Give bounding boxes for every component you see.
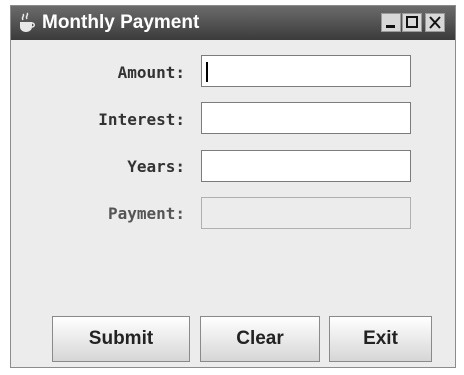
amount-label: Amount: [117, 63, 185, 82]
title-bar[interactable]: Monthly Payment [11, 6, 455, 40]
amount-input[interactable] [201, 55, 411, 87]
payment-output [201, 197, 411, 229]
text-caret [206, 62, 208, 82]
payment-label: Payment: [107, 204, 185, 223]
window-title: Monthly Payment [42, 12, 200, 33]
close-button[interactable] [425, 13, 445, 32]
monthly-payment-window: Monthly Payment Amount: Interest: Years:… [10, 5, 456, 368]
years-label: Years: [127, 157, 185, 176]
exit-button[interactable]: Exit [329, 316, 432, 362]
minimize-icon [386, 25, 395, 28]
minimize-button[interactable] [381, 13, 401, 32]
maximize-button[interactable] [402, 13, 422, 32]
maximize-icon [406, 16, 418, 28]
submit-button[interactable]: Submit [52, 316, 190, 362]
java-coffee-cup-icon [20, 12, 35, 32]
years-input[interactable] [201, 150, 411, 182]
clear-button[interactable]: Clear [200, 316, 320, 362]
interest-input[interactable] [201, 102, 411, 134]
close-icon [429, 16, 441, 29]
interest-label: Interest: [98, 110, 185, 129]
